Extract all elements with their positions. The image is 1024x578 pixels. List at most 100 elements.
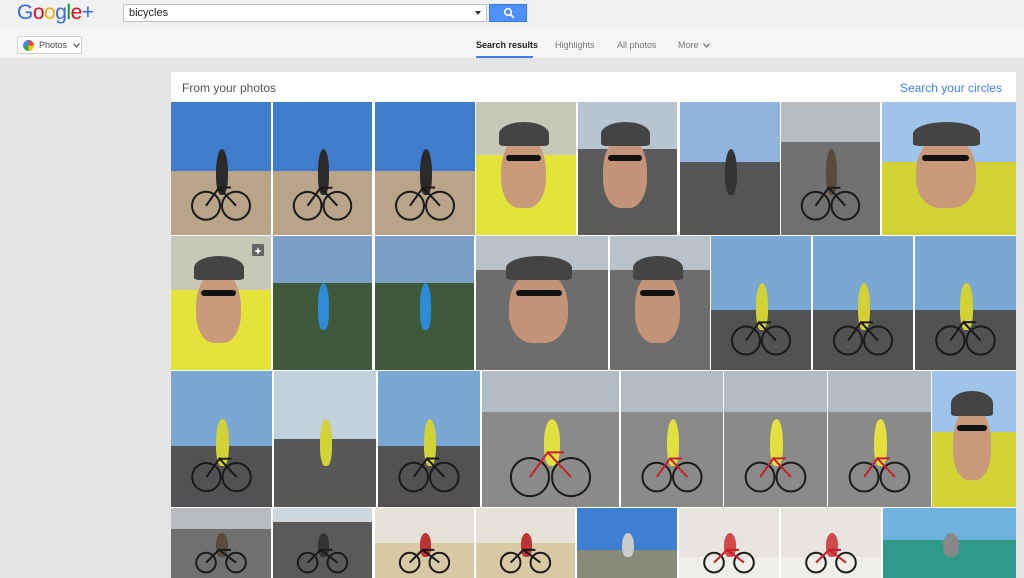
tab-label: Search results bbox=[476, 40, 539, 50]
photo-face bbox=[602, 135, 648, 209]
tab-label: All photos bbox=[617, 40, 657, 50]
photo-thumbnail[interactable] bbox=[932, 371, 1016, 507]
photo-thumbnail[interactable] bbox=[171, 102, 271, 235]
bicycle-shape bbox=[744, 456, 807, 493]
bicycle-shape bbox=[395, 185, 455, 221]
photo-thumbnail[interactable] bbox=[375, 236, 474, 370]
photo-thumbnail[interactable] bbox=[882, 102, 1016, 235]
search-your-circles-link[interactable]: Search your circles bbox=[900, 81, 1002, 95]
photo-thumbnail[interactable] bbox=[610, 236, 710, 370]
photo-helmet bbox=[633, 256, 683, 281]
photos-menu-button[interactable]: Photos bbox=[17, 36, 82, 54]
google-plus-logo[interactable]: Google+ bbox=[17, 1, 94, 25]
photo-thumbnail[interactable] bbox=[711, 236, 811, 370]
photo-thumbnail[interactable] bbox=[476, 508, 575, 578]
results-header: From your photos Search your circles bbox=[171, 72, 1016, 102]
photos-label: Photos bbox=[39, 40, 68, 50]
search-input[interactable] bbox=[129, 6, 469, 20]
photo-thumbnail[interactable] bbox=[621, 371, 723, 507]
photo-thumbnail[interactable] bbox=[915, 236, 1016, 370]
photo-figure bbox=[317, 282, 330, 330]
photo-thumbnail[interactable] bbox=[781, 102, 880, 235]
photo-thumbnail[interactable] bbox=[171, 508, 271, 578]
bicycle-shape bbox=[848, 456, 911, 493]
photo-sunglasses bbox=[922, 155, 970, 162]
tab-label: More bbox=[678, 40, 699, 50]
chevron-down-icon bbox=[702, 43, 710, 49]
photo-thumbnail[interactable] bbox=[274, 371, 376, 507]
photo-thumbnail[interactable] bbox=[482, 371, 619, 507]
bicycle-shape bbox=[292, 186, 353, 221]
photo-sunglasses bbox=[640, 289, 675, 296]
photo-sunglasses bbox=[506, 155, 541, 162]
bicycle-shape bbox=[800, 186, 861, 221]
results-card: From your photos Search your circles bbox=[171, 72, 1016, 578]
tab-more[interactable]: More bbox=[678, 30, 710, 58]
photo-thumbnail[interactable] bbox=[476, 102, 576, 235]
bicycle-shape bbox=[191, 457, 252, 493]
photo-sunglasses bbox=[515, 289, 562, 296]
photo-sky bbox=[375, 236, 474, 283]
photo-thumbnail[interactable] bbox=[828, 371, 931, 507]
photo-thumbnail[interactable] bbox=[273, 236, 372, 370]
photo-face bbox=[509, 269, 569, 344]
photo-helmet bbox=[600, 121, 651, 146]
photo-thumbnail[interactable] bbox=[781, 508, 881, 578]
photo-thumbnail[interactable] bbox=[577, 508, 677, 578]
bicycle-shape bbox=[641, 456, 703, 493]
photo-face bbox=[635, 269, 680, 344]
photo-helmet bbox=[194, 256, 244, 281]
results-title: From your photos bbox=[182, 81, 277, 95]
tab-all-photos[interactable]: All photos bbox=[617, 30, 657, 58]
top-bar: Google+ bbox=[0, 0, 1024, 30]
photo-face bbox=[953, 405, 991, 480]
photo-thumbnail[interactable] bbox=[724, 371, 827, 507]
photo-thumbnail[interactable] bbox=[813, 236, 913, 370]
bicycle-shape bbox=[398, 456, 460, 493]
photo-thumbnail[interactable] bbox=[578, 102, 677, 235]
photo-thumbnail[interactable] bbox=[680, 102, 780, 235]
bicycle-shape bbox=[195, 548, 247, 574]
bicycle-shape bbox=[191, 185, 251, 221]
search-button[interactable] bbox=[489, 4, 527, 22]
auto-awesome-badge-icon bbox=[252, 244, 264, 256]
photo-thumbnail[interactable] bbox=[375, 102, 475, 235]
photo-figure bbox=[725, 148, 737, 196]
photo-face bbox=[501, 135, 546, 209]
photo-thumbnail[interactable] bbox=[171, 371, 272, 507]
bicycle-shape bbox=[805, 548, 857, 574]
tab-search-results[interactable]: Search results bbox=[476, 30, 538, 58]
photo-figure bbox=[319, 418, 333, 467]
search-box[interactable] bbox=[123, 4, 487, 22]
photo-figure bbox=[622, 532, 634, 557]
photo-thumbnail[interactable] bbox=[679, 508, 779, 578]
nav-bar: Photos Search results Highlights All pho… bbox=[0, 30, 1024, 59]
photo-thumbnail[interactable] bbox=[273, 102, 372, 235]
search-icon bbox=[503, 7, 515, 19]
tab-highlights[interactable]: Highlights bbox=[555, 30, 595, 58]
bicycle-shape bbox=[296, 548, 349, 574]
photo-figure bbox=[942, 532, 959, 557]
chevron-down-icon[interactable] bbox=[474, 9, 482, 17]
photo-thumbnail[interactable] bbox=[273, 508, 372, 578]
bicycle-shape bbox=[499, 548, 552, 574]
photo-helmet bbox=[951, 391, 994, 416]
bicycle-shape bbox=[703, 548, 755, 574]
bicycle-shape bbox=[731, 320, 791, 356]
photo-thumbnail[interactable] bbox=[476, 236, 608, 370]
photo-thumbnail[interactable] bbox=[883, 508, 1016, 578]
photo-helmet bbox=[506, 256, 573, 281]
photo-sky bbox=[273, 236, 372, 283]
photo-sunglasses bbox=[607, 155, 643, 162]
photo-helmet bbox=[912, 121, 980, 146]
photo-thumbnail[interactable] bbox=[378, 371, 480, 507]
bicycle-shape bbox=[398, 548, 451, 574]
photo-sunglasses bbox=[957, 425, 987, 432]
photo-thumbnail[interactable] bbox=[375, 508, 474, 578]
bicycle-shape bbox=[509, 450, 592, 498]
chevron-down-icon bbox=[73, 43, 80, 48]
bicycle-shape bbox=[833, 320, 893, 356]
photo-face bbox=[196, 269, 241, 344]
photo-helmet bbox=[499, 121, 549, 146]
photos-pinwheel-icon bbox=[23, 40, 34, 51]
